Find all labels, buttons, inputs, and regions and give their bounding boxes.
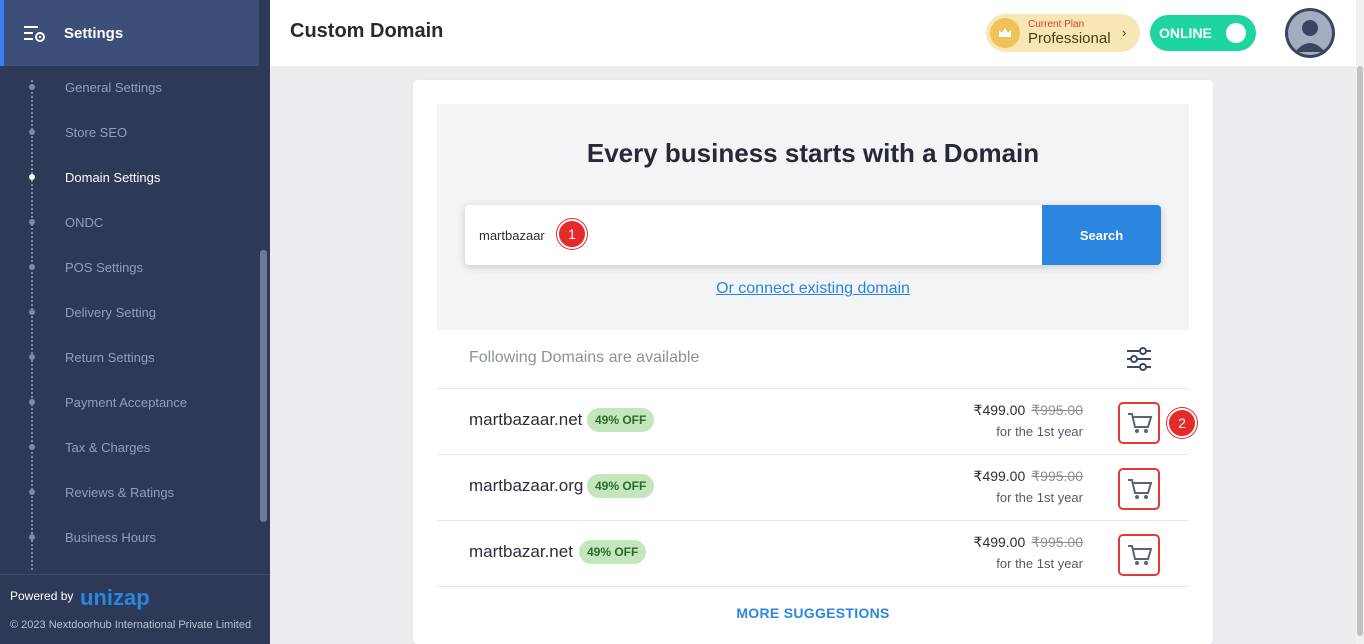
search-button[interactable]: Search [1042,205,1161,265]
copyright-text: © 2023 Nextdoorhub International Private… [10,619,252,631]
domain-name: martbazar.net [469,542,573,561]
nav-dot [29,354,35,360]
old-price: ₹995.00 [1031,402,1083,418]
old-price: ₹995.00 [1031,468,1083,484]
domain-search-hero: Every business starts with a Domain Sear… [437,104,1189,330]
user-icon [1285,8,1335,58]
sidebar-item-business-hours[interactable]: Business Hours [0,528,250,548]
sidebar-item-label: Reviews & Ratings [65,485,175,500]
nav-dot [29,264,35,270]
domain-search-box: Search 1 [465,205,1161,265]
domain-name: martbazaar.org [469,476,584,495]
settings-list-icon [24,26,45,42]
sidebar-item-label: ONDC [65,215,104,230]
brand-text: unizap [80,585,150,610]
sidebar-scrollbar[interactable] [260,250,267,522]
cart-icon [1128,413,1153,433]
nav-dot [29,444,35,450]
sidebar-item-payment-acceptance[interactable]: Payment Acceptance [0,393,250,413]
price: ₹499.00 [973,402,1026,418]
nav-dot [29,399,35,405]
plan-value: Professional [1028,30,1111,47]
sidebar-item-label: Payment Acceptance [65,395,188,410]
available-domains-header: Following Domains are available [437,330,1189,389]
price-group: ₹499.00 ₹995.00 [969,534,1083,551]
nav-dot [29,309,35,315]
sidebar-item-tax-charges[interactable]: Tax & Charges [0,438,250,458]
domain-row: martbazaar.net 49% OFF ₹499.00 ₹995.00 fo… [437,389,1197,455]
cart-icon [1128,545,1153,565]
sidebar-item-delivery-setting[interactable]: Delivery Setting [0,303,250,323]
chevron-right-icon: › [1122,25,1127,40]
sidebar-item-label: General Settings [65,80,162,95]
filter-sliders-icon[interactable] [1125,346,1153,372]
add-to-cart-button[interactable] [1118,534,1160,576]
sidebar-item-label: POS Settings [65,260,144,275]
sidebar-item-label: Return Settings [65,350,155,365]
hero-title: Every business starts with a Domain [586,138,1040,168]
topbar: Custom Domain Current Plan Professional … [270,0,1356,66]
sidebar-header[interactable]: Settings [0,0,259,66]
page-scrollbar[interactable] [1356,0,1364,644]
page-scrollbar-thumb[interactable] [1357,66,1363,636]
sidebar-item-return-settings[interactable]: Return Settings [0,348,250,368]
nav-dot [29,174,35,180]
crown-icon [990,18,1020,48]
price-group: ₹499.00 ₹995.00 [969,402,1083,419]
sidebar-footer: Powered by unizap © 2023 Nextdoorhub Int… [0,574,270,644]
current-plan-badge[interactable]: Current Plan Professional › [986,14,1140,52]
nav-dot [29,219,35,225]
sidebar-item-domain-settings[interactable]: Domain Settings [0,168,250,188]
nav-dot [29,534,35,540]
price: ₹499.00 [973,534,1026,550]
old-price: ₹995.00 [1031,534,1083,550]
sidebar-item-general-settings[interactable]: General Settings [0,78,250,98]
sidebar-item-ondc[interactable]: ONDC [0,213,250,233]
add-to-cart-button[interactable] [1118,468,1160,510]
annotation-marker-2: 2 [1167,408,1197,438]
sidebar: Settings General Settings Store SEO Doma… [0,0,270,644]
sidebar-item-reviews-ratings[interactable]: Reviews & Ratings [0,483,250,503]
sidebar-item-store-seo[interactable]: Store SEO [0,123,250,143]
domain-search-input[interactable] [465,205,1041,265]
sidebar-item-label: Tax & Charges [65,440,151,455]
add-to-cart-button[interactable] [1118,402,1160,444]
unizap-logo: unizap [80,585,150,610]
avatar[interactable] [1285,8,1335,58]
connect-existing-domain-link[interactable]: Or connect existing domain [437,280,1189,298]
price-period: for the 1st year [996,490,1083,505]
price-period: for the 1st year [996,556,1083,571]
price-period: for the 1st year [996,424,1083,439]
domain-card: Every business starts with a Domain Sear… [413,80,1213,644]
online-toggle[interactable]: ONLINE [1150,15,1256,51]
sidebar-item-label: Business Hours [65,530,157,545]
page-title: Custom Domain [290,20,444,42]
more-suggestions-button[interactable]: MORE SUGGESTIONS [413,605,1213,621]
domain-row: martbazaar.org 49% OFF ₹499.00 ₹995.00 fo… [437,455,1189,521]
nav-dot [29,129,35,135]
nav-dot [29,489,35,495]
sidebar-item-label: Store SEO [65,125,128,140]
sidebar-title: Settings [64,25,124,42]
discount-badge: 49% OFF [579,540,647,564]
price-group: ₹499.00 ₹995.00 [969,468,1083,485]
discount-badge: 49% OFF [587,408,655,432]
sidebar-item-label: Delivery Setting [65,305,157,320]
sidebar-item-pos-settings[interactable]: POS Settings [0,258,250,278]
domain-row: martbazar.net 49% OFF ₹499.00 ₹995.00 for… [437,521,1189,587]
available-domains-heading: Following Domains are available [469,349,700,366]
toggle-knob [1226,23,1246,43]
cart-icon [1128,479,1153,499]
powered-by-label: Powered by [10,589,74,603]
sidebar-item-label: Domain Settings [65,170,161,185]
discount-badge: 49% OFF [587,474,655,498]
online-status-label: ONLINE [1159,25,1212,41]
plan-label: Current Plan [1028,19,1085,30]
domain-name: martbazaar.net [469,410,583,429]
annotation-marker-1: 1 [557,219,587,249]
price: ₹499.00 [973,468,1026,484]
nav-dot [29,84,35,90]
